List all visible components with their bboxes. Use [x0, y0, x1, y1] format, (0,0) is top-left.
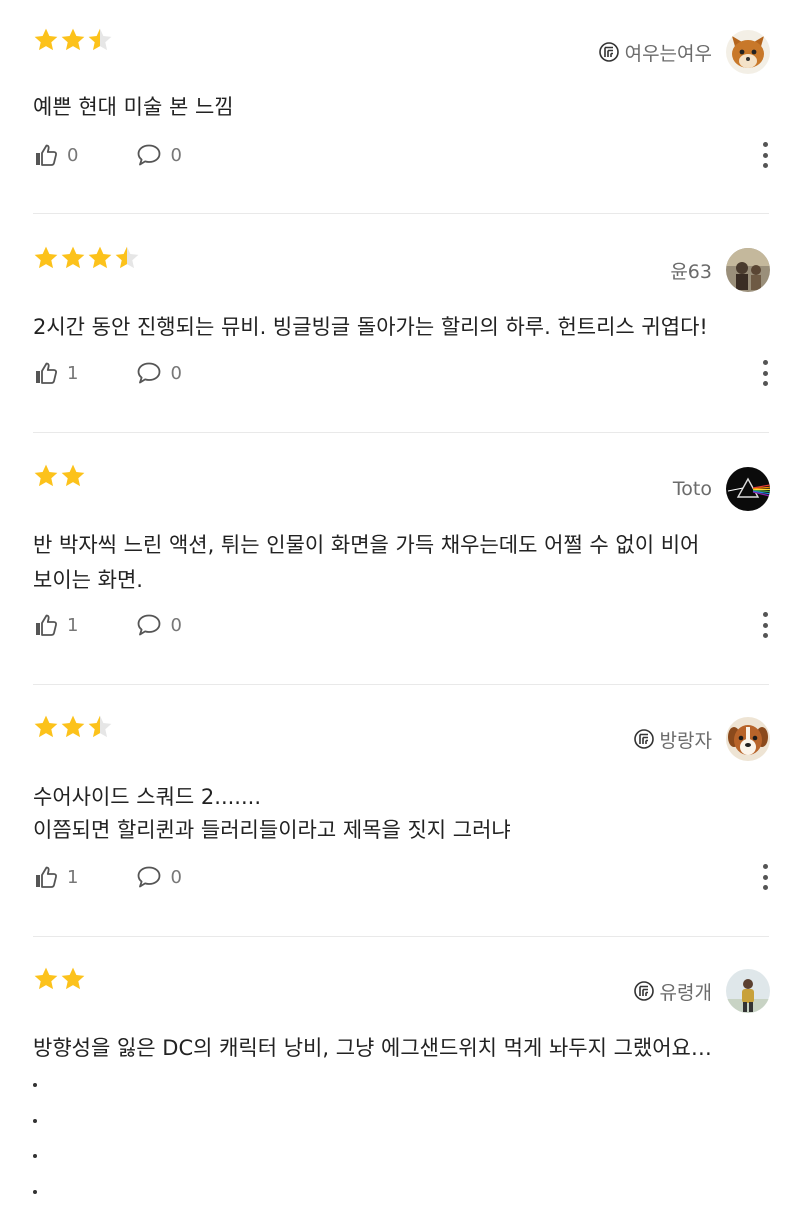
more-vertical-icon: [762, 612, 768, 638]
like-button[interactable]: 1: [33, 864, 78, 890]
review-author[interactable]: 여우는여우: [598, 30, 770, 74]
like-count: 1: [67, 362, 79, 384]
star-rating: [33, 27, 113, 53]
star-icon: [34, 715, 58, 738]
comment-count: 0: [170, 614, 182, 636]
review-author[interactable]: 방랑자: [633, 717, 770, 761]
comment-button[interactable]: 0: [136, 864, 182, 890]
star-rating: [33, 463, 86, 489]
more-options-button[interactable]: [760, 142, 770, 168]
speech-bubble-icon: [138, 866, 161, 888]
star-icon: [34, 967, 58, 990]
more-options-button[interactable]: [760, 360, 770, 386]
star-icon: [88, 715, 112, 738]
ellipsis-dot: [33, 1119, 37, 1123]
divider: [33, 432, 769, 433]
author-name: 윤63: [670, 260, 712, 283]
more-options-button[interactable]: [760, 612, 770, 638]
thumbs-up-icon: [36, 144, 57, 166]
avatar[interactable]: [726, 717, 770, 761]
review-text: 예쁜 현대 미술 본 느낌: [33, 95, 234, 119]
review-actions: 10: [33, 612, 240, 638]
comment-count: 0: [170, 866, 182, 888]
divider: [33, 213, 769, 214]
avatar[interactable]: [726, 30, 770, 74]
thumbs-up-icon: [36, 866, 57, 888]
author-name: 방랑자: [659, 729, 712, 752]
more-vertical-icon: [762, 142, 768, 168]
review-actions: 10: [33, 360, 240, 386]
review-actions: 10: [33, 864, 240, 890]
review-author[interactable]: 유령개: [633, 969, 770, 1013]
review-text: 수어사이드 스쿼드 2.......: [33, 785, 261, 809]
thumbs-up-icon: [36, 614, 57, 636]
comment-button[interactable]: 0: [136, 360, 182, 386]
star-rating: [33, 966, 86, 992]
comment-count: 0: [170, 362, 182, 384]
comment-button[interactable]: 0: [136, 612, 182, 638]
like-button[interactable]: 1: [33, 360, 78, 386]
star-icon: [61, 715, 85, 738]
verified-badge-icon: [633, 729, 654, 749]
divider: [33, 936, 769, 937]
verified-badge-icon: [598, 42, 619, 62]
speech-bubble-icon: [138, 362, 161, 384]
star-icon: [34, 28, 58, 51]
star-icon: [88, 28, 112, 51]
star-rating: [33, 245, 140, 271]
more-vertical-icon: [762, 360, 768, 386]
review-actions: 00: [33, 142, 240, 168]
review-text: 이쯤되면 할리퀸과 들러리들이라고 제목을 짓지 그러냐: [33, 818, 511, 842]
like-button[interactable]: 0: [33, 142, 78, 168]
review-text: 방향성을 잃은 DC의 캐릭터 낭비, 그냥 에그샌드위치 먹게 놔두지 그랬어…: [33, 1036, 712, 1060]
review-author[interactable]: 윤63: [670, 248, 770, 292]
more-options-button[interactable]: [760, 864, 770, 890]
author-name: 여우는여우: [624, 42, 712, 65]
speech-bubble-icon: [138, 614, 161, 636]
like-count: 1: [67, 614, 79, 636]
more-vertical-icon: [762, 864, 768, 890]
comment-button[interactable]: 0: [136, 142, 182, 168]
star-icon: [115, 246, 139, 269]
speech-bubble-icon: [138, 144, 161, 166]
star-icon: [61, 967, 85, 990]
review-text: 2시간 동안 진행되는 뮤비. 빙글빙글 돌아가는 할리의 하루. 헌트리스 귀…: [33, 315, 708, 339]
verified-badge-icon: [633, 981, 654, 1001]
review-author[interactable]: Toto: [673, 467, 770, 511]
ellipsis-dot: [33, 1154, 37, 1158]
like-button[interactable]: 1: [33, 612, 78, 638]
like-count: 1: [67, 866, 79, 888]
like-count: 0: [67, 144, 79, 166]
avatar[interactable]: [726, 467, 770, 511]
review-text: 보이는 화면.: [33, 568, 143, 592]
review-text: 반 박자씩 느린 액션, 튀는 인물이 화면을 가득 채우는데도 어쩔 수 없이…: [33, 533, 700, 557]
star-icon: [34, 246, 58, 269]
avatar[interactable]: [726, 248, 770, 292]
divider: [33, 684, 769, 685]
star-icon: [61, 246, 85, 269]
star-icon: [61, 28, 85, 51]
thumbs-up-icon: [36, 362, 57, 384]
star-rating: [33, 714, 113, 740]
star-icon: [34, 464, 58, 487]
ellipsis-dot: [33, 1190, 37, 1194]
star-icon: [61, 464, 85, 487]
review-feed: 여우는여우 예쁜 현대 미술 본 느낌 0 0 윤63 2시간 동안 진행되는 뮤비. 빙…: [0, 0, 800, 1207]
author-name: 유령개: [659, 981, 712, 1004]
ellipsis-dot: [33, 1083, 37, 1087]
star-icon: [88, 246, 112, 269]
author-name: Toto: [672, 478, 712, 500]
comment-count: 0: [170, 144, 182, 166]
avatar[interactable]: [726, 969, 770, 1013]
